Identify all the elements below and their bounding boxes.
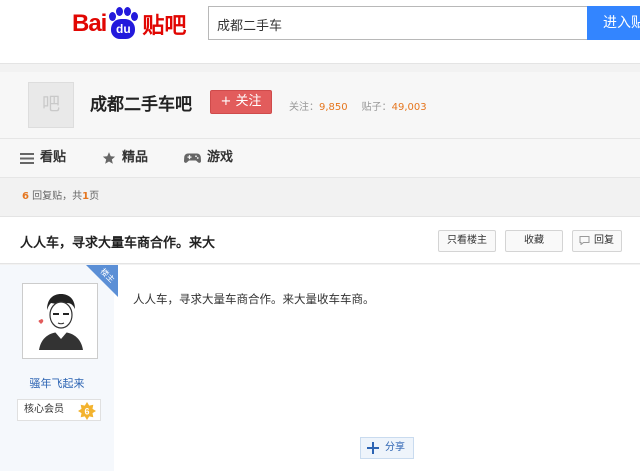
- level-star-icon: 6: [78, 402, 96, 420]
- member-badge: 核心会员 6: [17, 399, 101, 421]
- plus-share-icon: [367, 442, 379, 454]
- followers-count: 9,850: [319, 102, 348, 113]
- member-label: 核心会员: [24, 404, 64, 415]
- paw-logo-icon: du: [107, 6, 139, 42]
- thread-title-bar: 人人车，寻求大量车商合作。来大 只看楼主 收藏 回复: [0, 216, 640, 264]
- thread-title: 人人车，寻求大量车商合作。来大: [20, 236, 216, 251]
- posts-count: 49,003: [391, 102, 427, 113]
- tab-posts-label: 看贴: [40, 150, 67, 165]
- forum-nav: 看贴 精品 游戏: [0, 138, 640, 178]
- reply-count: 6: [22, 191, 29, 202]
- reply-button-label: 回复: [594, 235, 614, 246]
- forum-avatar[interactable]: 吧: [28, 82, 74, 128]
- enter-forum-button[interactable]: 进入贴: [587, 6, 640, 40]
- reply-count-row: 6 回复贴，共1页: [0, 178, 640, 216]
- level-number: 6: [84, 407, 89, 417]
- post: 骚年飞起来 核心会员 6 楼主 人人车，寻求大量车商合作。来大量收车车商。 分享: [0, 265, 640, 471]
- reply-button[interactable]: 回复: [572, 230, 622, 252]
- baidu-tieba-logo[interactable]: Bai du 贴吧: [72, 4, 186, 44]
- top-search-bar: Bai du 贴吧 成都二手车 进入贴: [0, 0, 640, 64]
- list-icon: [20, 152, 34, 164]
- author-name[interactable]: 骚年飞起来: [0, 375, 114, 391]
- logo-text-bai: Bai: [72, 10, 107, 37]
- share-button[interactable]: 分享: [360, 437, 414, 459]
- forum-header: 吧 成都二手车吧 + 关注 关注：9,850 贴子：49,003: [0, 72, 640, 138]
- logo-text-tieba: 贴吧: [142, 14, 187, 39]
- post-content: 人人车，寻求大量车商合作。来大量收车车商。: [133, 292, 375, 306]
- comment-icon: [579, 236, 590, 245]
- star-icon: [102, 152, 116, 164]
- tab-games[interactable]: 游戏: [184, 139, 233, 177]
- op-corner-badge: 楼主: [86, 265, 118, 297]
- tab-games-label: 游戏: [207, 150, 234, 165]
- follow-button[interactable]: + 关注: [210, 90, 272, 114]
- level-badge: 6: [78, 402, 96, 420]
- favorite-button[interactable]: 收藏: [505, 230, 563, 252]
- only-op-button[interactable]: 只看楼主: [438, 230, 496, 252]
- posts-label: 贴子：: [361, 102, 392, 113]
- followers-label: 关注：: [289, 102, 319, 113]
- tab-featured-label: 精品: [122, 150, 149, 165]
- forum-title[interactable]: 成都二手车吧: [90, 90, 192, 115]
- tab-featured[interactable]: 精品: [102, 139, 148, 177]
- share-label: 分享: [385, 442, 405, 453]
- tab-posts[interactable]: 看贴: [20, 139, 66, 177]
- search-input[interactable]: 成都二手车: [208, 6, 588, 40]
- reply-count-text: 回复贴，共: [28, 191, 83, 202]
- logo-text-du: du: [111, 19, 136, 39]
- forum-stats: 关注：9,850 贴子：49,003: [289, 98, 441, 113]
- gamepad-icon: [184, 153, 201, 163]
- page-count-suffix: 页: [89, 191, 100, 202]
